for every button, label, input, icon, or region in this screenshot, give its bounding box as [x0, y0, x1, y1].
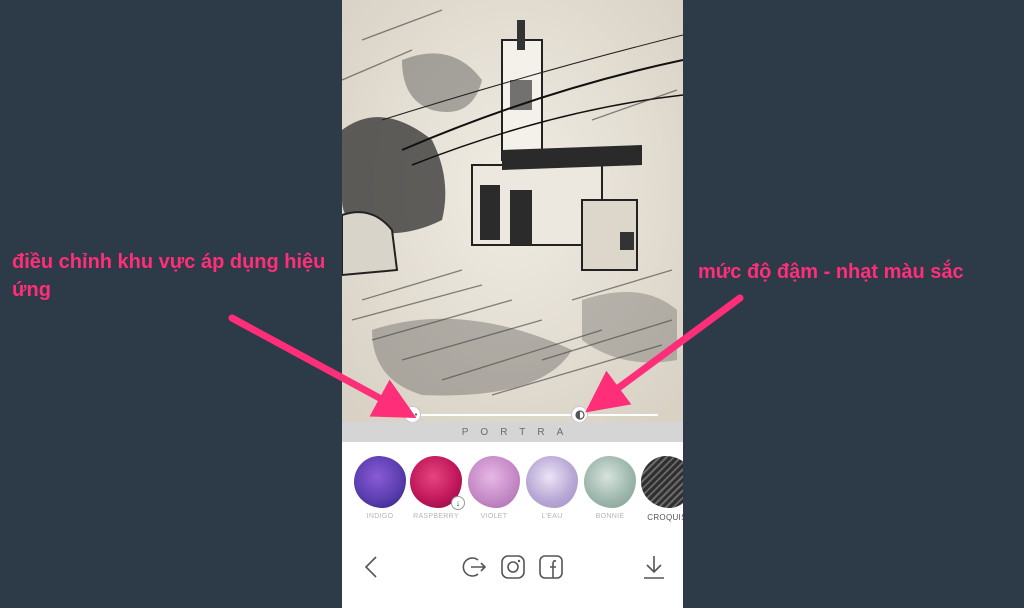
download-badge-icon: ↓	[451, 496, 465, 510]
chevron-left-icon	[364, 556, 377, 578]
filter-swatch	[526, 456, 578, 508]
annotation-intensity: mức độ đậm - nhạt màu sắc	[698, 261, 964, 283]
instagram-icon	[501, 555, 525, 579]
filter-swatch: ↓	[410, 456, 465, 510]
filter-label: RASPBERRY	[413, 513, 459, 520]
download-icon	[644, 556, 664, 579]
filter-raspberry[interactable]: ↓ RASPBERRY	[408, 456, 465, 520]
share-exit-icon	[462, 557, 487, 577]
area-adjust-handle[interactable]	[404, 406, 421, 423]
annotation-area-adjust: điều chỉnh khu vực áp dụng hiệu ứng	[12, 251, 326, 301]
phone-screen: PORTRA INDIGO ↓ RASPBERRY VIOLET L'EAU B…	[342, 0, 683, 608]
facebook-icon	[539, 555, 563, 579]
share-button[interactable]	[459, 552, 489, 582]
filter-swatch	[641, 456, 683, 508]
back-button[interactable]	[356, 552, 386, 582]
filter-swatch	[468, 456, 520, 508]
filter-label: L'EAU	[541, 513, 563, 520]
sketch-photo	[342, 0, 683, 422]
filter-swatch	[354, 456, 406, 508]
filter-indigo[interactable]: INDIGO	[352, 456, 408, 520]
instagram-button[interactable]	[498, 552, 528, 582]
effect-name-bar: PORTRA	[342, 422, 683, 442]
dots-icon	[407, 413, 418, 416]
filter-violet[interactable]: VIOLET	[466, 456, 522, 520]
filter-label: INDIGO	[366, 513, 394, 520]
effect-name: PORTRA	[461, 426, 576, 438]
filter-croquis[interactable]: CROQUIS	[639, 456, 683, 522]
bottom-toolbar	[342, 544, 683, 594]
filter-leau[interactable]: L'EAU	[524, 456, 580, 520]
filter-swatch	[584, 456, 636, 508]
filter-label: BONNIE	[595, 513, 625, 520]
download-button[interactable]	[639, 552, 669, 582]
filter-label: CROQUIS	[647, 513, 683, 522]
contrast-icon	[574, 409, 585, 420]
intensity-handle[interactable]	[571, 406, 588, 423]
filter-label: VIOLET	[480, 513, 508, 520]
filter-bonnie[interactable]: BONNIE	[582, 456, 638, 520]
effect-slider-track[interactable]	[412, 414, 658, 416]
facebook-button[interactable]	[536, 552, 566, 582]
filter-list[interactable]: INDIGO ↓ RASPBERRY VIOLET L'EAU BONNIE C…	[342, 450, 683, 530]
